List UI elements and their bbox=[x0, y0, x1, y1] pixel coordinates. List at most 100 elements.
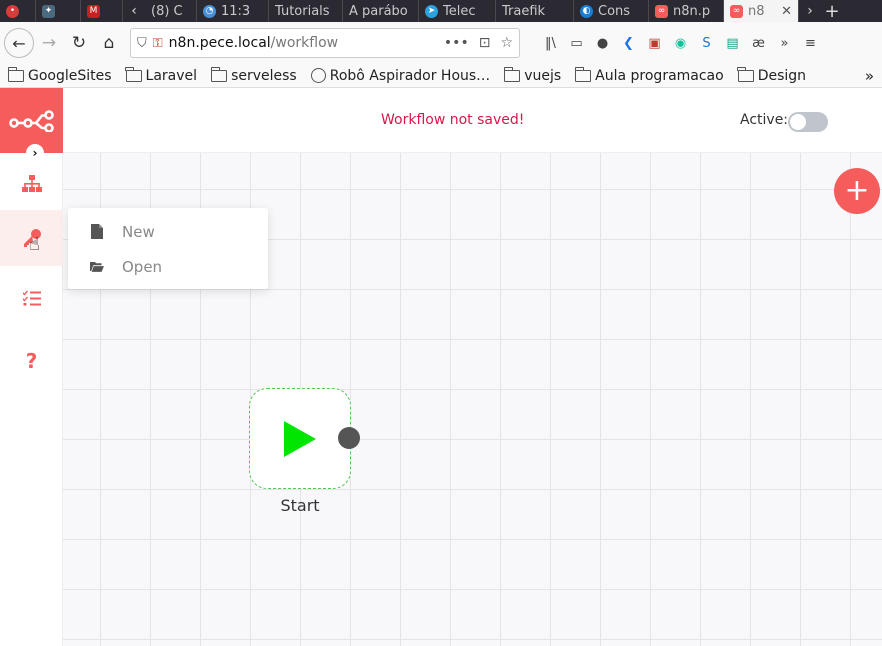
bookmark-label: vuejs bbox=[524, 67, 562, 84]
workflow-status: Workflow not saved! bbox=[381, 112, 525, 128]
bookmarks-overflow-icon[interactable]: » bbox=[865, 67, 874, 85]
bookmarks-bar: GoogleSites Laravel serveless Robô Aspir… bbox=[0, 64, 882, 88]
tab-3[interactable]: (8) C bbox=[145, 0, 197, 22]
portainer-icon: ◐ bbox=[580, 4, 593, 18]
menu-item-label: Open bbox=[122, 257, 163, 276]
bookmark-folder[interactable]: GoogleSites bbox=[7, 66, 112, 84]
tab-label: Cons bbox=[598, 3, 631, 19]
tab-gmail[interactable]: M bbox=[81, 0, 123, 22]
star-icon[interactable]: ☆ bbox=[500, 35, 513, 51]
tab-8[interactable]: Traefik bbox=[496, 0, 574, 22]
n8n-icon: ∞ bbox=[730, 4, 743, 18]
folder-icon bbox=[503, 66, 521, 82]
tab-label: n8n.p bbox=[673, 3, 711, 19]
browser-nav-bar: ← → ↻ ⌂ ⛉ ⚿ n8n.pece.local/workflow ••• … bbox=[0, 22, 882, 64]
bookmark-folder[interactable]: Design bbox=[737, 66, 807, 84]
node-output-handle[interactable] bbox=[338, 427, 360, 449]
active-label: Active: bbox=[740, 112, 789, 128]
menu-item-new[interactable]: New bbox=[68, 214, 268, 249]
telegram-icon: ➤ bbox=[425, 4, 438, 18]
tab-5[interactable]: Tutorials bbox=[269, 0, 343, 22]
sidebar: › ? bbox=[0, 88, 63, 646]
url-actions: ••• ⊡ ☆ bbox=[444, 35, 513, 51]
bookmark-label: Aula programacao bbox=[595, 67, 724, 84]
tab-4[interactable]: ◔ 11:3 bbox=[197, 0, 269, 22]
bookmark-folder[interactable]: vuejs bbox=[503, 66, 562, 84]
tab-active[interactable]: ∞ n8 ✕ bbox=[724, 0, 799, 22]
close-tab-icon[interactable]: ✕ bbox=[775, 4, 792, 19]
tab-9[interactable]: ◐ Cons bbox=[574, 0, 649, 22]
library-icon[interactable]: ‖\ bbox=[542, 35, 559, 52]
folder-icon bbox=[210, 66, 228, 82]
tab-10[interactable]: ∞ n8n.p bbox=[649, 0, 724, 22]
sitemap-icon bbox=[21, 175, 42, 192]
n8n-logo[interactable] bbox=[0, 88, 63, 153]
toggle-knob bbox=[790, 114, 806, 130]
tab-label: Traefik bbox=[502, 3, 546, 19]
tab-label: Telec bbox=[443, 3, 476, 19]
gmail-icon: M bbox=[87, 4, 100, 18]
account-icon[interactable]: ● bbox=[594, 35, 611, 52]
active-toggle[interactable] bbox=[788, 112, 828, 132]
start-node[interactable] bbox=[249, 388, 351, 489]
menu-icon[interactable]: ≡ bbox=[802, 35, 819, 52]
ae-extension-icon[interactable]: æ bbox=[750, 35, 767, 52]
tab-label: (8) C bbox=[151, 3, 183, 19]
url-path: /workflow bbox=[270, 35, 339, 51]
tab-bird[interactable]: ✦ bbox=[36, 0, 81, 22]
bookmark-label: GoogleSites bbox=[28, 67, 112, 84]
shield-icon[interactable]: ⛉ bbox=[137, 36, 147, 51]
tab-label: Tutorials bbox=[275, 3, 330, 19]
tab-label: 11:3 bbox=[221, 3, 251, 19]
bookmark-folder[interactable]: Laravel bbox=[125, 66, 198, 84]
browser-tab-bar: • ✦ M ‹ (8) C ◔ 11:3 Tutorials A parábo ➤… bbox=[0, 0, 882, 22]
tab-label: n8 bbox=[748, 3, 765, 19]
bookmark-folder[interactable]: Aula programacao bbox=[574, 66, 724, 84]
new-tab-icon[interactable]: + bbox=[821, 0, 843, 22]
n8n-icon: ∞ bbox=[655, 4, 668, 18]
workflow-header: Workflow not saved! Active: bbox=[63, 88, 882, 153]
more-icon[interactable]: ••• bbox=[444, 35, 469, 51]
tasks-icon bbox=[22, 290, 41, 306]
bookmark-label: serveless bbox=[231, 67, 297, 84]
bookmark-folder[interactable]: serveless bbox=[210, 66, 297, 84]
file-icon bbox=[90, 224, 104, 239]
tab-6[interactable]: A parábo bbox=[343, 0, 419, 22]
tab-scroll-right-icon[interactable]: › bbox=[799, 0, 821, 22]
home-icon[interactable]: ⌂ bbox=[94, 28, 124, 58]
address-bar[interactable]: ⛉ ⚿ n8n.pece.local/workflow ••• ⊡ ☆ bbox=[130, 28, 520, 58]
bookmark-link[interactable]: Robô Aspirador Hous… bbox=[310, 68, 490, 84]
sidebar-icon[interactable]: ▭ bbox=[568, 35, 585, 52]
question-icon: ? bbox=[25, 349, 38, 373]
bookmark-label: Laravel bbox=[145, 67, 198, 84]
pocket-icon[interactable]: ⊡ bbox=[479, 35, 491, 51]
add-node-button[interactable]: + bbox=[834, 168, 880, 214]
forward-arrow-icon[interactable]: → bbox=[34, 28, 64, 58]
save-extension-icon[interactable]: ▤ bbox=[724, 35, 741, 52]
folder-icon bbox=[737, 66, 754, 82]
n8n-app: Workflow not saved! Active: › ? + Start … bbox=[0, 88, 882, 646]
insecure-lock-icon[interactable]: ⚿ bbox=[153, 36, 163, 51]
bookmark-label: Design bbox=[757, 67, 807, 84]
hand-cursor-icon: ☝ bbox=[29, 234, 40, 255]
n8n-logo-icon bbox=[8, 109, 54, 132]
reload-icon[interactable]: ↻ bbox=[64, 28, 94, 58]
extension-s-icon[interactable]: S bbox=[698, 35, 715, 52]
plus-icon: + bbox=[844, 173, 870, 208]
sidebar-item-help[interactable]: ? bbox=[0, 333, 63, 389]
tab-scroll-left-icon[interactable]: ‹ bbox=[123, 0, 145, 22]
tab-7[interactable]: ➤ Telec bbox=[419, 0, 496, 22]
overflow-icon[interactable]: » bbox=[776, 35, 793, 52]
url-text[interactable]: n8n.pece.local/workflow bbox=[169, 35, 438, 51]
tab-chat[interactable]: • bbox=[0, 0, 36, 22]
sidebar-item-workflows[interactable] bbox=[0, 156, 63, 212]
back-arrow-icon[interactable]: ← bbox=[4, 28, 34, 58]
grammarly-icon[interactable]: ◉ bbox=[672, 35, 689, 52]
extension-c-icon[interactable]: ❮ bbox=[620, 35, 637, 52]
folder-open-icon bbox=[90, 260, 104, 273]
menu-item-open[interactable]: Open bbox=[68, 249, 268, 284]
clock-icon: ◔ bbox=[203, 4, 216, 18]
extension-red-icon[interactable]: ▣ bbox=[646, 35, 663, 52]
play-icon bbox=[284, 420, 316, 457]
sidebar-item-executions[interactable] bbox=[0, 270, 63, 326]
